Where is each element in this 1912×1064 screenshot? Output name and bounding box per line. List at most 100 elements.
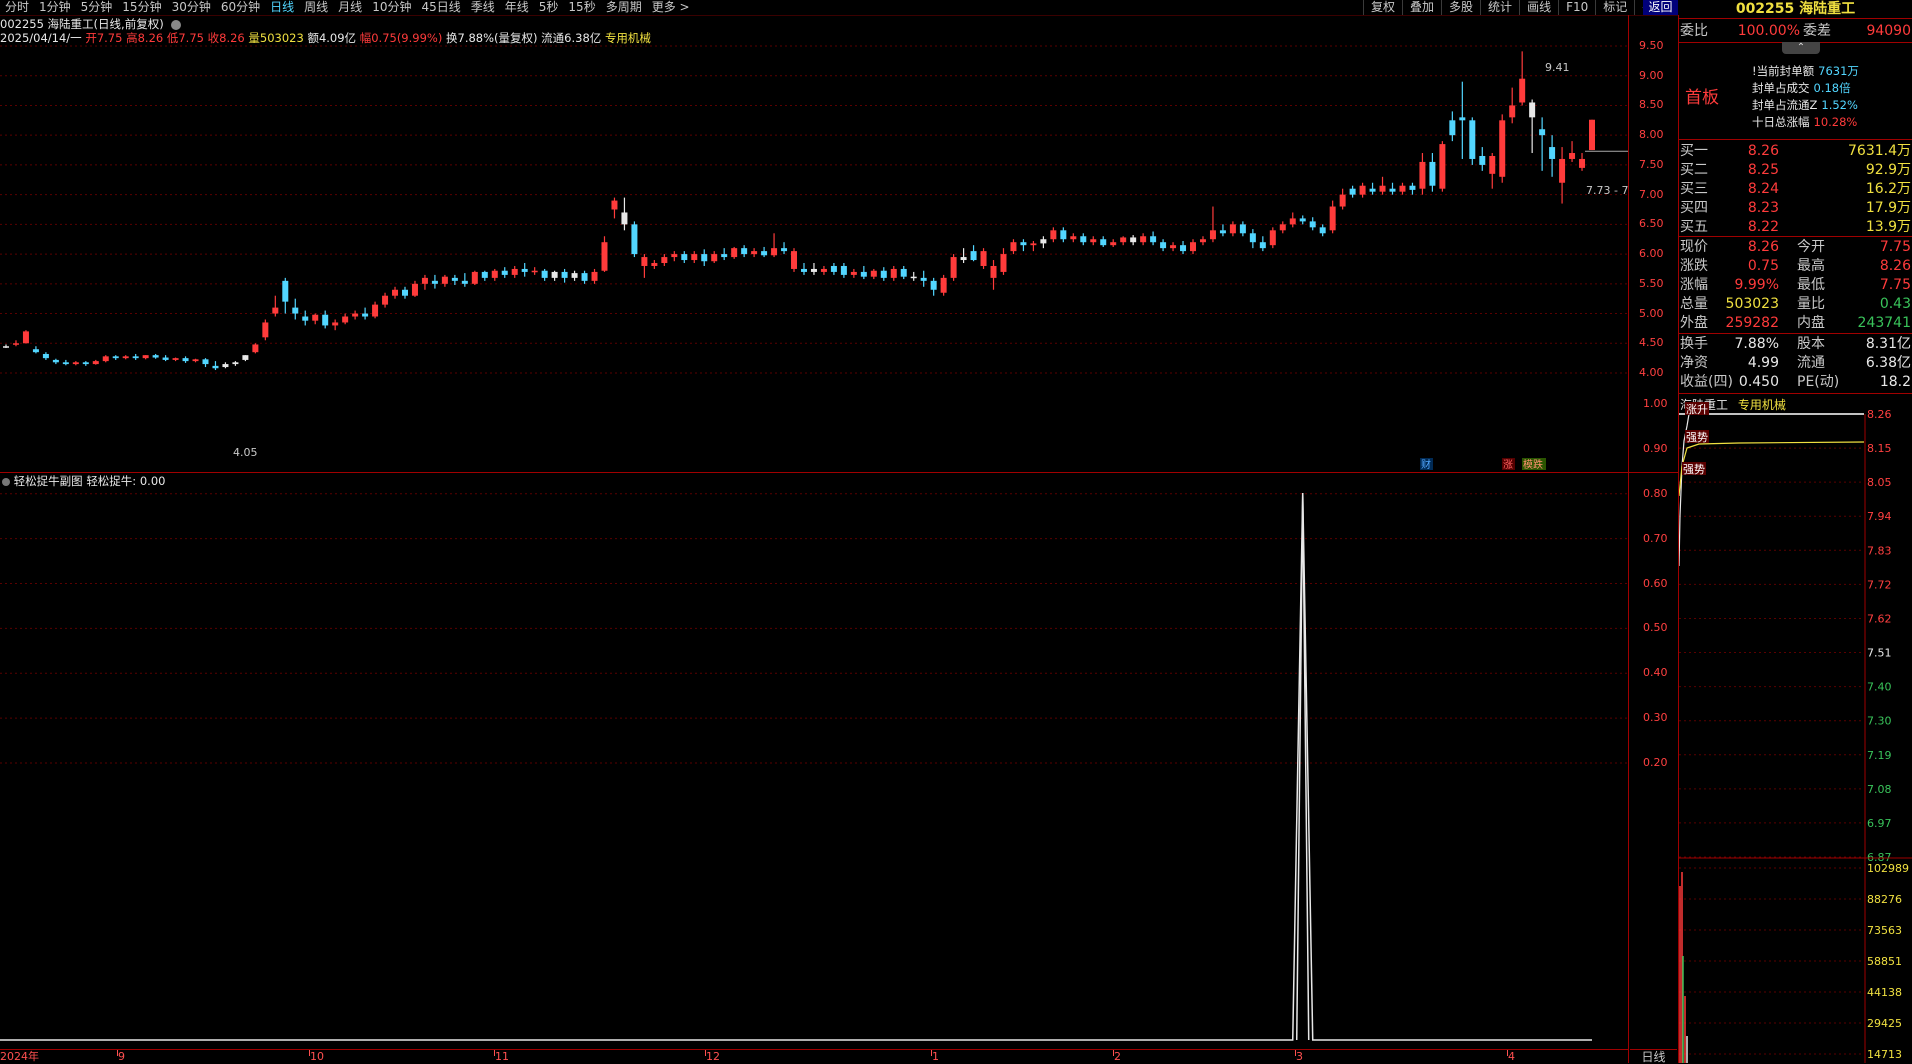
fund-row: 净资 4.99 流通 6.38亿 — [1679, 354, 1912, 373]
date-tick-mark — [1295, 1050, 1296, 1056]
candle — [1539, 117, 1546, 171]
candle-body — [441, 276, 448, 284]
candle-body — [1349, 188, 1356, 195]
mini-avg-trace — [1679, 441, 1865, 497]
period-tab[interactable]: 30分钟 — [167, 0, 216, 15]
indicator-panel[interactable]: 轻松捉牛副图 轻松捉牛: 0.00 — [0, 472, 1628, 1050]
candle — [1269, 227, 1276, 249]
period-tab[interactable]: 周线 — [299, 0, 333, 15]
candle — [32, 346, 39, 354]
toolbar-button[interactable]: 画线 — [1519, 0, 1558, 15]
candle-body — [1329, 206, 1336, 231]
candle-body — [12, 343, 19, 345]
candle-body — [1209, 230, 1216, 240]
period-tab[interactable]: 45日线 — [416, 0, 465, 15]
candle — [1040, 236, 1047, 249]
mini-price-tick: 7.72 — [1867, 578, 1892, 591]
fund-row-value: 4.99 — [1747, 355, 1779, 371]
candle-body — [42, 353, 49, 359]
candle — [1469, 117, 1476, 165]
period-tab[interactable]: 更多 > — [647, 0, 695, 15]
weicha-label: 委差 — [1803, 23, 1831, 39]
candle-body — [1289, 218, 1296, 225]
intraday-mini-chart[interactable]: 海陆重工 专用机械 8.268.158.057.947.837.727.627.… — [1679, 396, 1912, 1063]
candle — [1080, 233, 1087, 246]
period-tab[interactable]: 5分钟 — [76, 0, 118, 15]
mini-tag: 强势 — [1686, 431, 1708, 444]
candle — [72, 361, 79, 366]
period-tab[interactable]: 1分钟 — [34, 0, 76, 15]
period-tab[interactable]: 15分钟 — [117, 0, 166, 15]
candle-body — [1020, 242, 1027, 246]
period-tab[interactable]: 10分钟 — [367, 0, 416, 15]
period-tab[interactable]: 季线 — [466, 0, 500, 15]
candle — [1579, 153, 1586, 171]
date-tick-mark — [1113, 1050, 1114, 1056]
candle-body — [641, 257, 648, 266]
candlestick-chart[interactable]: 9.41 4.05 7.73 - 7 财 涨 模跌 — [0, 15, 1628, 472]
candle — [1369, 182, 1376, 195]
candle — [102, 355, 109, 363]
period-tab[interactable]: 日线 — [265, 0, 299, 15]
candle-body — [800, 268, 807, 272]
candle-body — [1409, 185, 1416, 190]
candle-body — [1369, 188, 1376, 192]
candle — [1239, 221, 1246, 237]
candle-body — [900, 268, 907, 277]
candle — [1180, 241, 1187, 255]
period-tab[interactable]: 15秒 — [563, 0, 600, 15]
candle — [1339, 188, 1346, 210]
seal-value: 1.52% — [1821, 98, 1858, 112]
candle — [252, 343, 259, 354]
candle — [481, 270, 488, 281]
fund-row-value: 18.2 — [1879, 374, 1911, 390]
quote-row-label: 外盘 — [1680, 315, 1708, 331]
bid-vol: 17.9万 — [1865, 200, 1911, 216]
candle — [661, 254, 668, 266]
toolbar-button[interactable]: 统计 — [1480, 0, 1519, 15]
period-tab[interactable]: 月线 — [333, 0, 367, 15]
candle-body — [501, 270, 508, 275]
seal-label: 十日总涨幅 — [1752, 115, 1810, 129]
collapse-icon[interactable]: ⌃ — [1782, 42, 1820, 54]
candle-body — [392, 289, 399, 296]
candle-body — [1439, 144, 1446, 189]
quote-divider — [1679, 18, 1912, 19]
period-toolbar: 分时 1分钟 5分钟 15分钟 30分钟 60分钟 日线 周线 月线 10分钟 45日线 季线 年线 5秒… — [0, 0, 1912, 16]
candle — [641, 254, 648, 278]
candle — [372, 301, 379, 319]
toolbar-button[interactable]: F10 — [1558, 0, 1595, 15]
candle-body — [1539, 129, 1546, 136]
candle — [1110, 239, 1117, 247]
toolbar-button[interactable]: 多股 — [1441, 0, 1480, 15]
period-tab[interactable]: 年线 — [500, 0, 534, 15]
candle-body — [820, 268, 827, 272]
candle — [1549, 135, 1556, 177]
mini-vol-tick: 73563 — [1867, 924, 1902, 937]
candle-body — [1529, 102, 1536, 118]
period-tab[interactable]: 多周期 — [601, 0, 647, 15]
back-button[interactable]: 返回 — [1643, 0, 1678, 15]
toolbar-button[interactable]: 标记 — [1595, 0, 1634, 15]
candle — [501, 267, 508, 278]
date-tick: 10 — [310, 1050, 324, 1063]
quote-row: 现价 8.26 今开 7.75 — [1679, 238, 1912, 257]
quote-divider — [1679, 333, 1912, 334]
period-tab[interactable]: 分时 — [0, 0, 34, 15]
day-period-label[interactable]: 日线 — [1630, 1049, 1677, 1064]
date-axis: 2024年 9 10 11 12 1 2 3 4 — [0, 1049, 1628, 1064]
candle — [1499, 114, 1506, 183]
candle-body — [681, 254, 688, 261]
period-tab[interactable]: 60分钟 — [216, 0, 265, 15]
candle — [401, 286, 408, 299]
price-tick: 7.00 — [1639, 187, 1664, 201]
toolbar-button[interactable]: 复权 — [1363, 0, 1402, 15]
toolbar-button[interactable]: 叠加 — [1402, 0, 1441, 15]
candle — [342, 313, 349, 325]
period-tab[interactable]: 5秒 — [534, 0, 564, 15]
fund-row-label: 收益(四) — [1680, 374, 1733, 390]
fund-row-label: 净资 — [1680, 355, 1708, 371]
bid-vol: 7631.4万 — [1848, 143, 1911, 159]
candle-body — [62, 362, 69, 365]
candle — [1100, 236, 1107, 247]
